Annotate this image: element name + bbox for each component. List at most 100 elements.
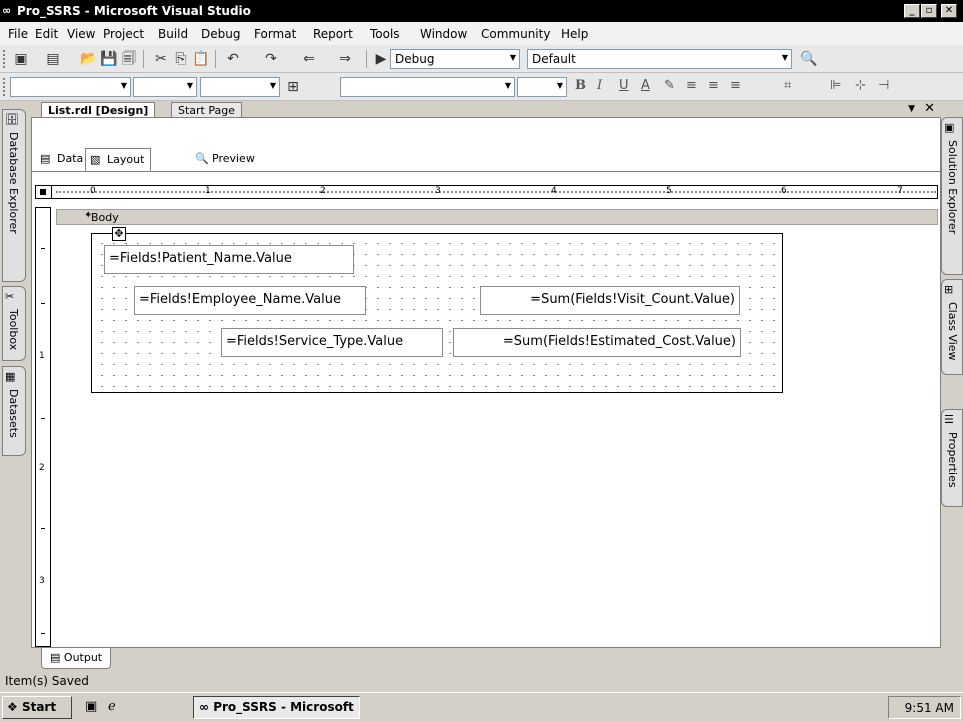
tab-layout[interactable]: ▧ Layout (85, 148, 152, 172)
tab-layout-label: Layout (107, 153, 145, 166)
align-left-icon[interactable]: ≡ (686, 78, 697, 93)
output-icon: ▤ (50, 651, 61, 664)
open-file-icon[interactable]: 📂 (80, 50, 98, 68)
internet-explorer-icon[interactable]: ℯ (108, 699, 116, 714)
designer-view-tabs: ▤ Data ▧ Layout 🔍 Preview (32, 118, 940, 174)
active-files-dropdown-icon[interactable]: ▼ (908, 104, 915, 114)
menu-edit[interactable]: Edit (35, 27, 58, 41)
design-surface[interactable]: =Fields!Patient_Name.Value =Fields!Emplo… (56, 225, 938, 647)
menu-project[interactable]: Project (103, 27, 144, 41)
tab-data[interactable]: ▤ Data (36, 148, 89, 172)
preview-icon: 🔍 (195, 152, 209, 165)
list-data-region[interactable]: =Fields!Patient_Name.Value =Fields!Emplo… (91, 233, 783, 393)
ruler-tick (41, 528, 45, 529)
properties-tab[interactable]: ☰ Properties (941, 409, 963, 507)
move-handle-icon[interactable]: ✥ (112, 227, 126, 241)
menu-community[interactable]: Community (481, 27, 550, 41)
minimize-button[interactable]: _ (904, 4, 920, 18)
datasets-tab[interactable]: ▦ Datasets (2, 366, 26, 456)
tab-preview-label: Preview (212, 152, 255, 165)
redo-icon[interactable]: ↷ (262, 50, 280, 68)
solution-configuration-select[interactable]: Debug ▼ (390, 49, 520, 69)
save-all-icon[interactable]: 🗐 (120, 50, 138, 68)
estimated-cost-textbox[interactable]: =Sum(Fields!Estimated_Cost.Value) (453, 328, 741, 357)
platform-value: Default (532, 52, 576, 66)
font-select[interactable]: ▼ (133, 77, 197, 97)
ruler-label: 1 (39, 351, 45, 361)
find-in-files-icon[interactable]: 🔍 (800, 50, 818, 68)
body-section-header[interactable]: ✦ Body (56, 209, 938, 225)
menu-file[interactable]: File (8, 27, 28, 41)
right-dock-panel: ▣ Solution Explorer ⊞ Class View ☰ Prope… (941, 101, 963, 648)
maximize-button[interactable]: ▫ (921, 4, 937, 18)
windows-taskbar: ❖ Start ▣ ℯ ∞ Pro_SSRS - Microsoft ... 9… (0, 692, 963, 721)
menu-format[interactable]: Format (254, 27, 296, 41)
align-lefts-icon[interactable]: ⊫ (830, 78, 841, 93)
menu-view[interactable]: View (67, 27, 95, 41)
menu-window[interactable]: Window (420, 27, 467, 41)
tab-output[interactable]: ▤ Output (41, 648, 112, 669)
underline-icon[interactable]: U (619, 78, 629, 93)
toolbox-tab[interactable]: ✂ Toolbox (2, 286, 26, 361)
ruler-label: 7 (897, 186, 903, 196)
solution-explorer-label: Solution Explorer (946, 140, 959, 235)
chevron-down-icon: ▼ (269, 81, 276, 90)
menu-bar: File Edit View Project Build Debug Forma… (0, 22, 963, 45)
menu-report[interactable]: Report (313, 27, 353, 41)
visit-count-textbox[interactable]: =Sum(Fields!Visit_Count.Value) (480, 286, 740, 315)
close-document-icon[interactable]: ✕ (924, 101, 935, 116)
toolbar-grip[interactable] (3, 50, 6, 68)
highlight-icon[interactable]: ✎ (664, 78, 675, 93)
database-icon: 🗄 (5, 113, 19, 126)
clock[interactable]: 9:51 AM (905, 701, 954, 715)
save-icon[interactable]: 💾 (100, 50, 118, 68)
database-explorer-label: Database Explorer (7, 132, 20, 234)
menu-debug[interactable]: Debug (201, 27, 240, 41)
menu-help[interactable]: Help (561, 27, 588, 41)
ruler-corner[interactable] (36, 186, 52, 198)
ruler-label: 3 (39, 576, 45, 586)
bold-icon[interactable]: B (575, 78, 586, 93)
copy-icon[interactable]: ⎘ (172, 50, 190, 68)
layout-grid-icon[interactable]: ⌗ (784, 78, 791, 93)
toolbar-grip[interactable] (3, 78, 6, 96)
style-select[interactable]: ▼ (10, 77, 131, 97)
new-project-icon[interactable]: ▣ (12, 50, 30, 68)
align-centers-icon[interactable]: ⊹ (855, 78, 866, 93)
foreground-color-select[interactable]: ▼ (340, 77, 515, 97)
add-item-icon[interactable]: ▤ (44, 50, 62, 68)
italic-icon[interactable]: I (597, 78, 602, 93)
menu-build[interactable]: Build (158, 27, 188, 41)
database-explorer-tab[interactable]: 🗄 Database Explorer (2, 109, 26, 282)
show-desktop-icon[interactable]: ▣ (85, 699, 97, 714)
class-view-tab[interactable]: ⊞ Class View (941, 279, 963, 375)
align-center-icon[interactable]: ≡ (708, 78, 719, 93)
ruler-label: 0 (90, 186, 96, 196)
tab-start-page[interactable]: Start Page (171, 102, 242, 118)
start-debugging-icon[interactable]: ▶ (372, 50, 390, 68)
employee-name-textbox[interactable]: =Fields!Employee_Name.Value (134, 286, 366, 315)
paste-icon[interactable]: 📋 (192, 50, 210, 68)
align-rights-icon[interactable]: ⊣ (878, 78, 889, 93)
align-right-icon[interactable]: ≡ (730, 78, 741, 93)
solution-explorer-tab[interactable]: ▣ Solution Explorer (941, 117, 963, 275)
navigate-backward-icon[interactable]: ⇐ (300, 50, 318, 68)
undo-icon[interactable]: ↶ (224, 50, 242, 68)
ruler-ticks (56, 191, 936, 193)
font-size-select[interactable]: ▼ (200, 77, 280, 97)
patient-name-textbox[interactable]: =Fields!Patient_Name.Value (104, 245, 354, 274)
tab-list-rdl-design[interactable]: List.rdl [Design] (41, 102, 156, 118)
border-icon[interactable]: ⊞ (284, 78, 302, 96)
navigate-forward-icon[interactable]: ⇒ (336, 50, 354, 68)
service-type-textbox[interactable]: =Fields!Service_Type.Value (221, 328, 443, 357)
background-color-select[interactable]: ▼ (517, 77, 567, 97)
taskbar-button-visual-studio[interactable]: ∞ Pro_SSRS - Microsoft ... (193, 696, 360, 719)
tab-preview[interactable]: 🔍 Preview (191, 148, 261, 172)
menu-tools[interactable]: Tools (370, 27, 400, 41)
close-button[interactable]: ✕ (941, 4, 957, 18)
cut-icon[interactable]: ✂ (152, 50, 170, 68)
solution-platform-select[interactable]: Default ▼ (527, 49, 792, 69)
start-button[interactable]: ❖ Start (2, 696, 72, 719)
font-color-icon[interactable]: A (641, 78, 650, 93)
report-designer: ▤ Data ▧ Layout 🔍 Preview 0 1 2 3 4 5 6 7 ✦… (31, 117, 941, 648)
